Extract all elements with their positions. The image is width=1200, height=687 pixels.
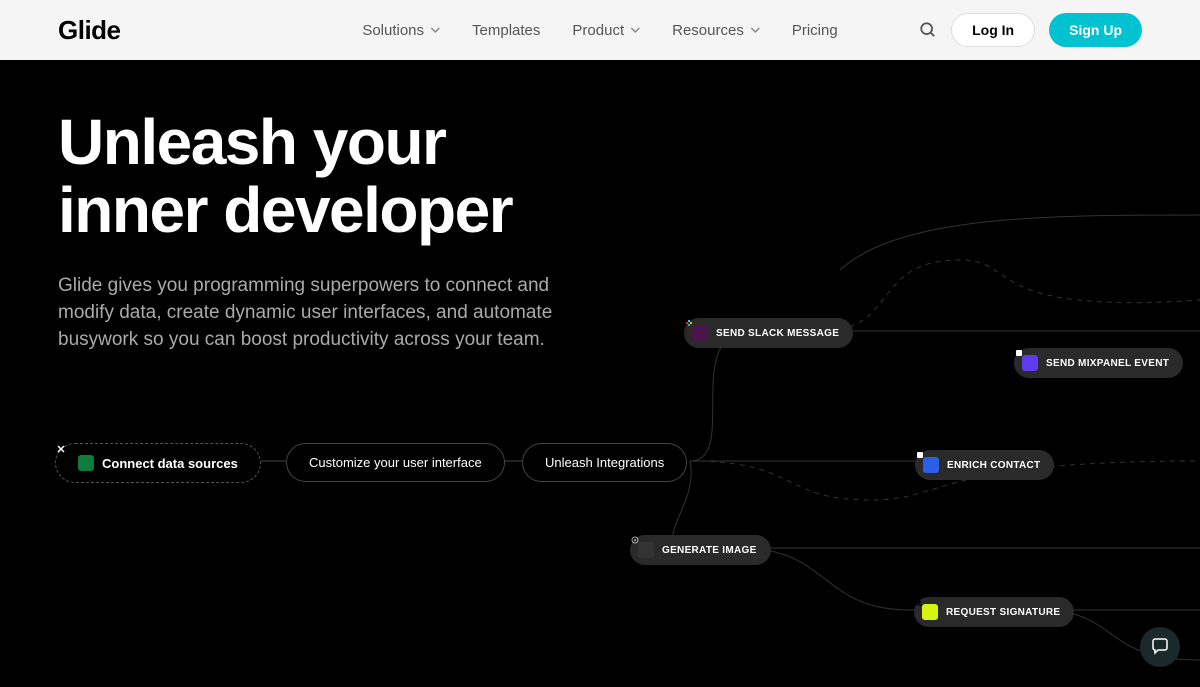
main-nav: Solutions Templates Product Resources Pr… [362, 22, 837, 39]
chat-icon [1150, 637, 1170, 657]
gear-icon [638, 542, 654, 558]
nav-product[interactable]: Product [572, 22, 640, 39]
integration-signature[interactable]: REQUEST SIGNATURE [914, 597, 1074, 627]
hero-title-line1: Unleash your [58, 106, 445, 178]
nav-templates[interactable]: Templates [472, 22, 540, 39]
logo[interactable]: Glide [58, 15, 121, 46]
integration-enrich-label: ENRICH CONTACT [947, 460, 1040, 471]
contact-icon [923, 457, 939, 473]
integration-generate-label: GENERATE IMAGE [662, 545, 757, 556]
login-button[interactable]: Log In [951, 13, 1035, 47]
nav-pricing[interactable]: Pricing [792, 22, 838, 39]
nav-pricing-label: Pricing [792, 22, 838, 39]
download-icon [922, 604, 938, 620]
mixpanel-icon [1022, 355, 1038, 371]
hero-section: Unleash your inner developer Glide gives… [0, 60, 1200, 354]
flow-step-unleash-label: Unleash Integrations [545, 455, 664, 470]
flow-step-customize-ui[interactable]: Customize your user interface [286, 443, 505, 482]
nav-templates-label: Templates [472, 22, 540, 39]
hero-subtitle: Glide gives you programming superpowers … [58, 273, 608, 354]
nav-resources-label: Resources [672, 22, 744, 39]
chat-launcher[interactable] [1140, 627, 1180, 667]
chevron-down-icon [750, 25, 760, 35]
hero-title-line2: inner developer [58, 174, 512, 246]
site-header: Glide Solutions Templates Product Resour… [0, 0, 1200, 60]
excel-icon [78, 455, 94, 471]
integration-mixpanel-label: SEND MIXPANEL EVENT [1046, 358, 1169, 369]
search-icon[interactable] [919, 21, 937, 39]
chevron-down-icon [630, 25, 640, 35]
chevron-down-icon [430, 25, 440, 35]
flow-step-connect-data[interactable]: Connect data sources [55, 443, 261, 483]
integration-signature-label: REQUEST SIGNATURE [946, 607, 1060, 618]
signup-button[interactable]: Sign Up [1049, 13, 1142, 47]
nav-product-label: Product [572, 22, 624, 39]
nav-solutions-label: Solutions [362, 22, 424, 39]
integration-enrich[interactable]: ENRICH CONTACT [915, 450, 1054, 480]
header-actions: Log In Sign Up [919, 13, 1142, 47]
integration-generate-image[interactable]: GENERATE IMAGE [630, 535, 771, 565]
flow-step-unleash-integrations[interactable]: Unleash Integrations [522, 443, 687, 482]
nav-solutions[interactable]: Solutions [362, 22, 440, 39]
hero-title: Unleash your inner developer [58, 108, 1142, 245]
flow-step-customize-label: Customize your user interface [309, 455, 482, 470]
nav-resources[interactable]: Resources [672, 22, 760, 39]
flow-step-connect-label: Connect data sources [102, 456, 238, 471]
